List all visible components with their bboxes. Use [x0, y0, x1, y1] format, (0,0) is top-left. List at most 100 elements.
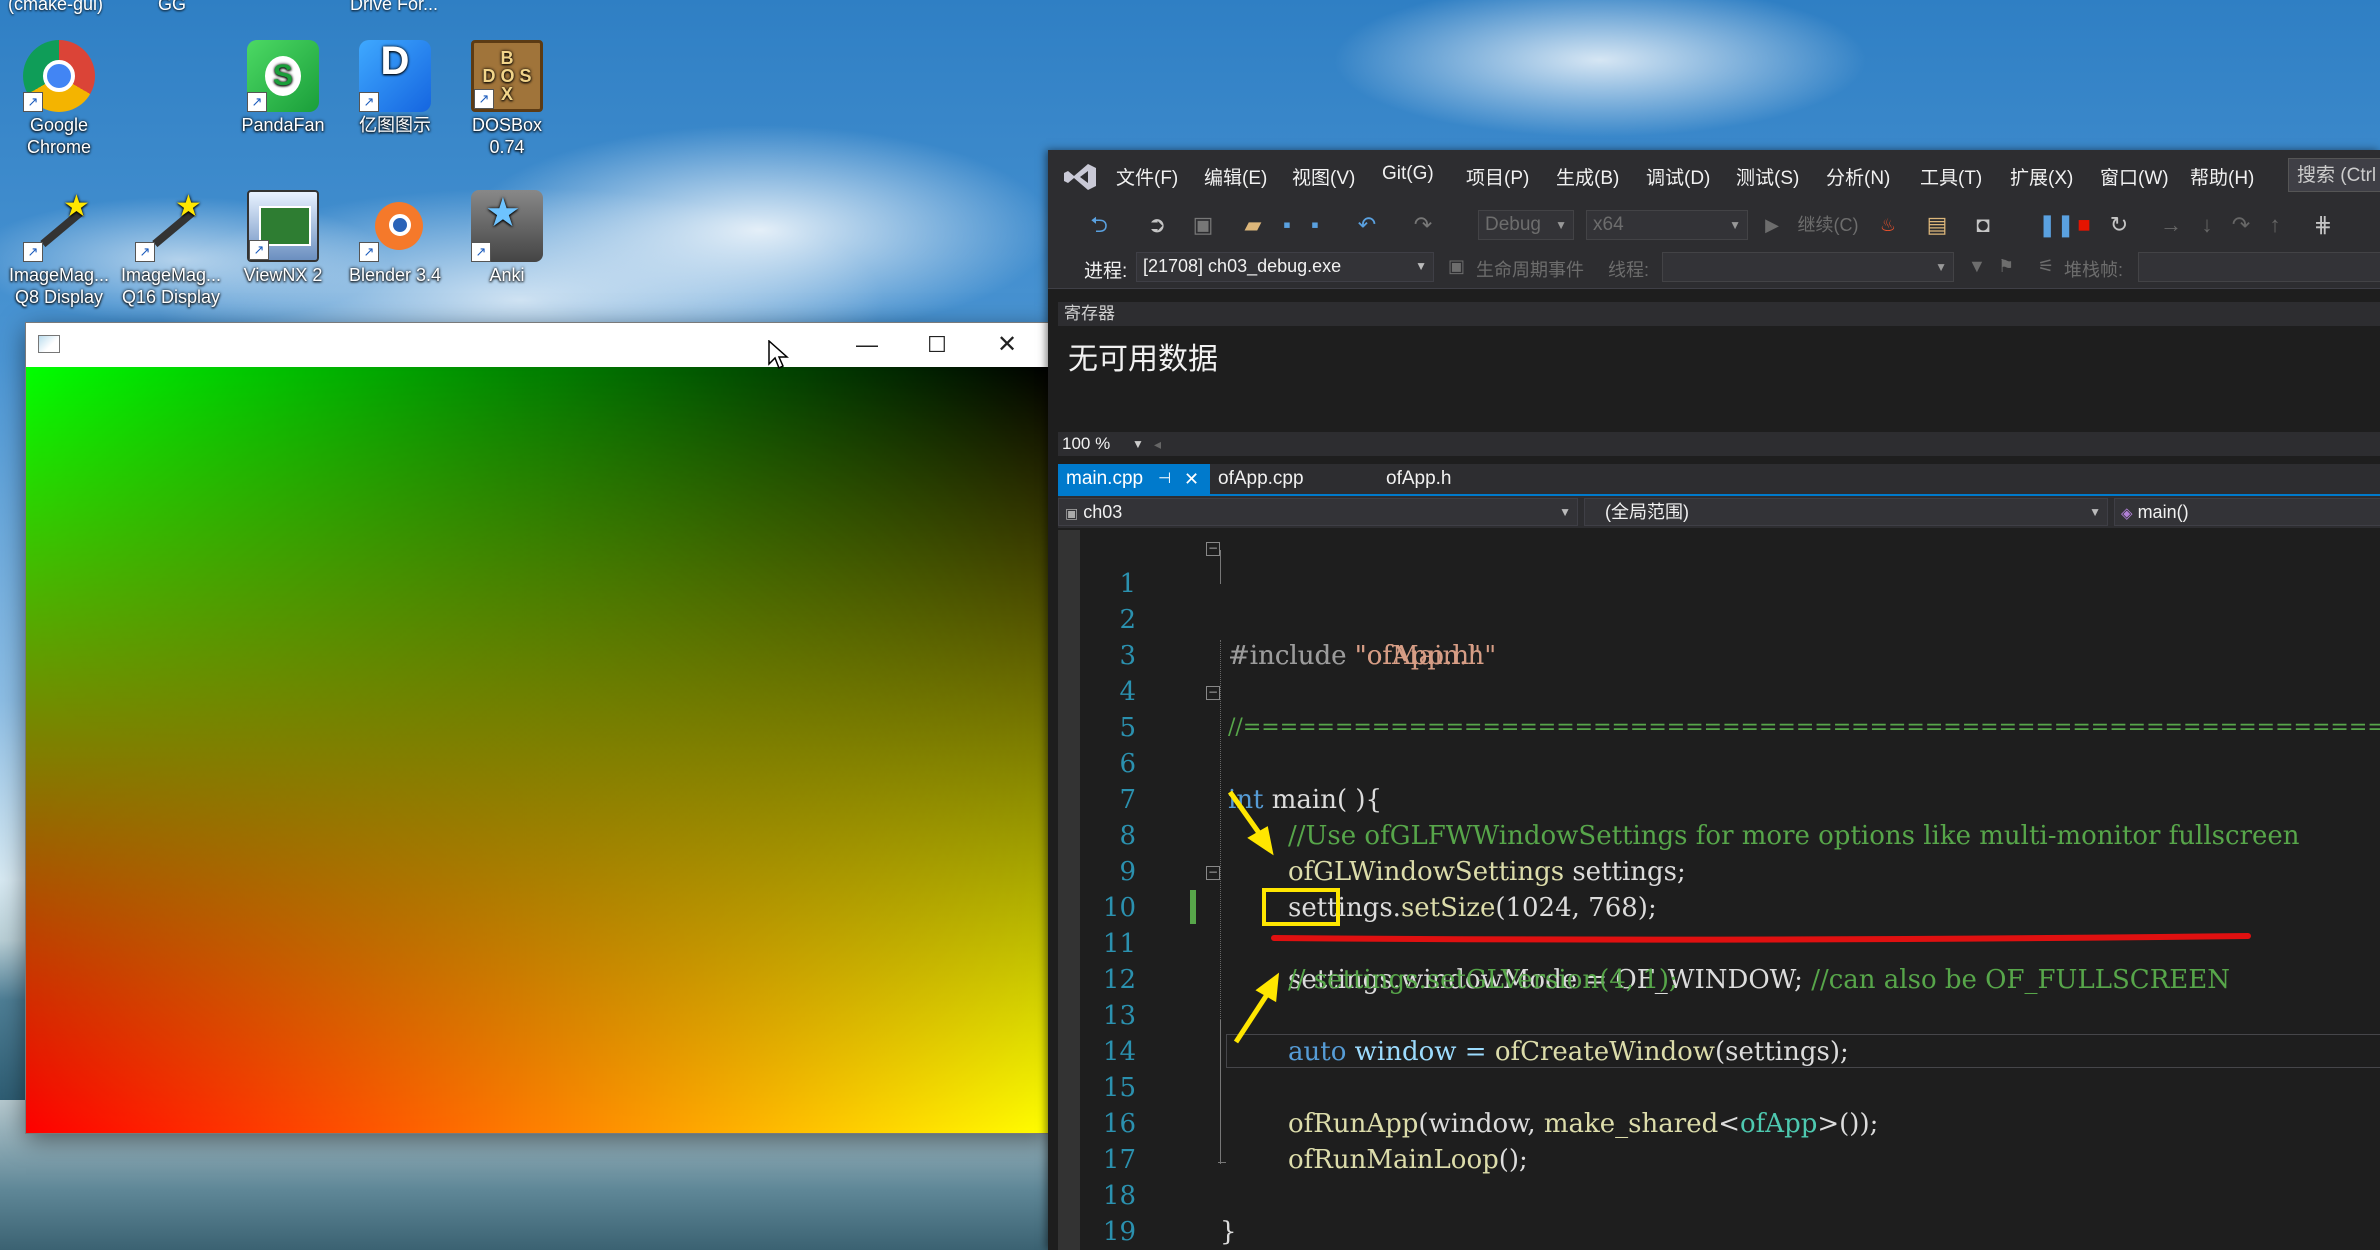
step-over-icon[interactable]: ↷ — [2228, 210, 2254, 240]
pin-icon[interactable]: ⊣ — [1158, 464, 1171, 494]
desktop-top-label: Drive For... — [350, 0, 439, 14]
desktop-top-label: (cmake-gui) — [8, 0, 104, 14]
dosbox-icon: BD O SX ↗ — [471, 40, 543, 112]
imagemagick-icon: ★ ↗ — [135, 190, 207, 262]
chevron-down-icon: ▼ — [1935, 260, 1947, 274]
menu-build[interactable]: 生成(B) — [1556, 163, 1619, 190]
redo-icon[interactable]: ↷ — [1410, 210, 1436, 240]
menu-git[interactable]: Git(G) — [1382, 163, 1434, 185]
process-label: 进程: — [1084, 261, 1128, 282]
tab-ofapp-h[interactable]: ofApp.h — [1378, 464, 1518, 494]
platform-dropdown[interactable]: x64 ▼ — [1586, 210, 1748, 240]
chevron-down-icon: ▼ — [2089, 505, 2101, 519]
desktop-icon-imagemagick-q8[interactable]: ★ ↗ ImageMag... Q8 Display — [4, 190, 114, 308]
solution-explorer-icon[interactable]: ▤ — [1924, 210, 1950, 240]
chrome-icon: ↗ — [23, 40, 95, 112]
pandafan-icon: S ↗ — [247, 40, 319, 112]
minimize-button[interactable]: — — [832, 323, 902, 367]
close-button[interactable]: ✕ — [972, 323, 1042, 367]
annotation-overlay — [1227, 790, 2251, 1044]
undo-icon[interactable]: ↶ — [1354, 210, 1380, 240]
process-dropdown[interactable]: [21708] ch03_debug.exe ▼ — [1136, 252, 1434, 282]
member-dropdown[interactable]: ◈ main() — [2114, 498, 2380, 526]
chevron-down-icon: ▼ — [1415, 259, 1427, 273]
configuration-dropdown[interactable]: Debug ▼ — [1478, 210, 1574, 240]
chevron-down-icon: ▼ — [1729, 218, 1741, 232]
close-tab-icon[interactable]: ✕ — [1184, 464, 1199, 494]
screenshot-icon[interactable]: ◘ — [1970, 210, 1996, 240]
step-into-icon[interactable]: ↓ — [2194, 210, 2220, 240]
menu-view[interactable]: 视图(V) — [1292, 163, 1355, 190]
pause-icon[interactable]: ❚❚ — [2038, 210, 2075, 240]
tab-main-cpp[interactable]: main.cpp ⊣ ✕ — [1058, 464, 1210, 494]
chevron-down-icon[interactable]: ▼ — [1132, 432, 1144, 456]
maximize-button[interactable]: ☐ — [902, 323, 972, 367]
desktop-icon-anki[interactable]: ★ ↗ Anki — [452, 190, 562, 286]
project-value: ch03 — [1083, 502, 1123, 522]
menu-test[interactable]: 测试(S) — [1736, 163, 1799, 190]
play-icon: ▶ — [1765, 215, 1779, 235]
gradient-app-window[interactable]: — ☐ ✕ — [26, 323, 1052, 1133]
menu-extensions[interactable]: 扩展(X) — [2010, 163, 2073, 190]
desktop-icon-viewnx[interactable]: ↗ ViewNX 2 — [228, 190, 338, 286]
tab-label: main.cpp — [1066, 468, 1144, 489]
lifecycle-events-button[interactable]: 生命周期事件 — [1476, 256, 1584, 282]
registers-panel-title: 寄存器 — [1058, 302, 2380, 326]
stop-icon[interactable]: ■ — [2074, 210, 2094, 240]
menu-project[interactable]: 项目(P) — [1466, 163, 1529, 190]
menu-help[interactable]: 帮助(H) — [2190, 163, 2254, 190]
navigation-bar: ▣ ch03 ▼ (全局范围) ▼ ◈ main() — [1058, 496, 2380, 528]
filter-icon[interactable]: ▼ — [1968, 256, 1986, 277]
debug-location-toolbar: 进程: [21708] ch03_debug.exe ▼ ▣ 生命周期事件 线程:… — [1048, 246, 2380, 289]
menu-window[interactable]: 窗口(W) — [2100, 163, 2169, 190]
code-editor[interactable]: 1 − #include "ofMain.h" 2 #include "ofAp… — [1058, 530, 2380, 1250]
menu-tools[interactable]: 工具(T) — [1920, 163, 1982, 190]
anki-icon: ★ ↗ — [471, 190, 543, 262]
zoom-level[interactable]: 100 % — [1062, 432, 1110, 456]
app-titlebar[interactable]: — ☐ ✕ — [26, 323, 1052, 367]
desktop-icon-pandafan[interactable]: S ↗ PandaFan — [228, 40, 338, 136]
thread-label: 线程: — [1608, 260, 1650, 280]
project-dropdown[interactable]: ▣ ch03 ▼ — [1058, 498, 1578, 526]
desktop-icon-edraw[interactable]: D ↗ 亿图图示 — [340, 40, 450, 136]
desktop-icon-label: Anki — [489, 265, 525, 285]
hot-reload-icon[interactable]: ♨ — [1878, 210, 1898, 240]
lifecycle-icon: ▣ — [1448, 256, 1466, 276]
registers-panel: 寄存器 无可用数据 — [1058, 302, 2380, 432]
scope-dropdown[interactable]: (全局范围) ▼ — [1584, 498, 2108, 526]
step-out-icon[interactable]: ↑ — [2262, 210, 2288, 240]
gradient-canvas — [26, 367, 1052, 1133]
open-folder-icon[interactable]: ▰ — [1240, 210, 1266, 240]
thread-dropdown[interactable]: ▼ — [1662, 252, 1954, 282]
save-all-icon[interactable]: ▪ — [1302, 210, 1328, 240]
back-icon[interactable]: ⮌ — [1086, 210, 1112, 240]
flag-icon[interactable]: ⚑ — [1998, 256, 2014, 277]
menu-edit[interactable]: 编辑(E) — [1204, 163, 1267, 190]
standard-toolbar: ⮌ ➲ ▣ ▰ ▪ ▪ ↶ ↷ Debug ▼ x64 ▼ ▶ 继续(C) ♨ ▤ … — [1048, 204, 2380, 246]
menu-file[interactable]: 文件(F) — [1116, 163, 1178, 190]
search-input[interactable]: 搜索 (Ctrl — [2288, 158, 2380, 192]
menu-analyze[interactable]: 分析(N) — [1826, 163, 1890, 190]
desktop-icon-imagemagick-q16[interactable]: ★ ↗ ImageMag... Q16 Display — [116, 190, 226, 308]
window-icon — [38, 335, 60, 353]
desktop-icon-chrome[interactable]: ↗ Google Chrome — [4, 40, 114, 158]
visual-studio-window[interactable]: 文件(F) 编辑(E) 视图(V) Git(G) 项目(P) 生成(B) 调试(… — [1048, 150, 2380, 1250]
function-icon: ◈ — [2121, 505, 2133, 522]
restart-icon[interactable]: ↻ — [2106, 210, 2132, 240]
scope-value: (全局范围) — [1605, 502, 1689, 522]
forward-icon[interactable]: ➲ — [1144, 210, 1170, 240]
menu-debug[interactable]: 调试(D) — [1646, 163, 1710, 190]
diagnostics-icon[interactable]: ⋕ — [2310, 210, 2336, 240]
new-project-icon[interactable]: ▣ — [1190, 210, 1216, 240]
stack-frame-dropdown[interactable] — [2138, 252, 2380, 282]
save-icon[interactable]: ▪ — [1274, 210, 1300, 240]
show-next-statement-icon[interactable]: → — [2158, 210, 2184, 240]
continue-button[interactable]: 继续(C) — [1788, 210, 1868, 240]
chevron-down-icon: ▼ — [1559, 505, 1571, 519]
scroll-left-icon[interactable]: ◂ — [1154, 432, 1161, 456]
desktop-icon-dosbox[interactable]: BD O SX ↗ DOSBox 0.74 — [452, 40, 562, 158]
visual-studio-logo-icon — [1064, 164, 1096, 190]
desktop-icon-blender[interactable]: ↗ Blender 3.4 — [340, 190, 450, 286]
tab-ofapp-cpp[interactable]: ofApp.cpp — [1210, 464, 1370, 494]
process-value: [21708] ch03_debug.exe — [1143, 256, 1342, 276]
